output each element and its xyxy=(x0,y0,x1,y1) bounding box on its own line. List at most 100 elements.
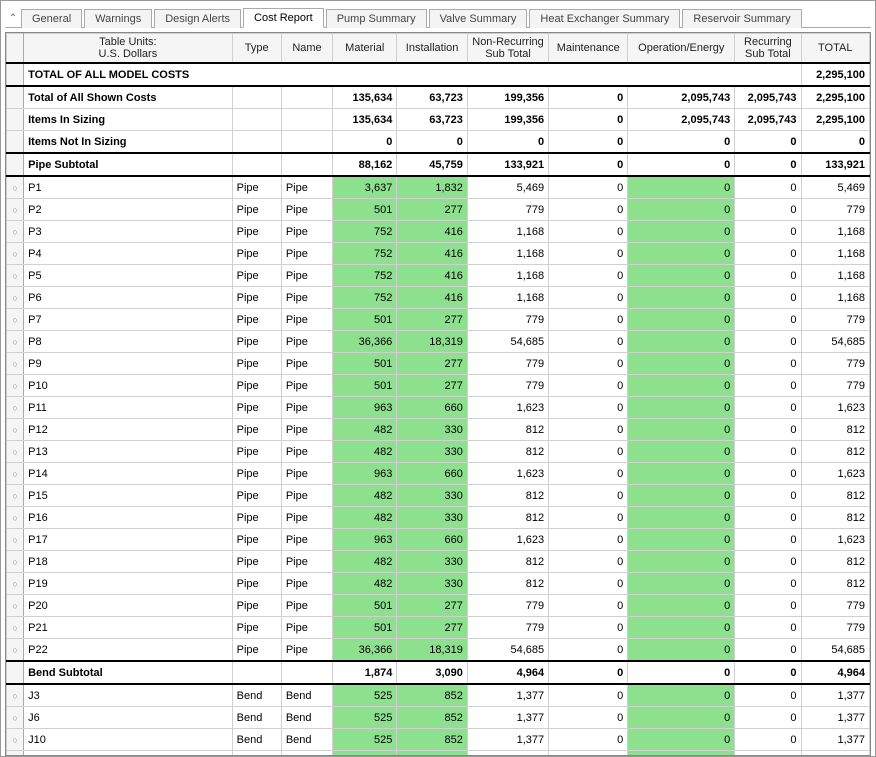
row-marker: ○ xyxy=(7,397,24,419)
col-nrst[interactable]: Non-RecurringSub Total xyxy=(467,34,548,64)
data-row[interactable]: ○ P17 PipePipe 963 660 1,6230 0 01,623 xyxy=(7,529,870,551)
col-rst[interactable]: RecurringSub Total xyxy=(735,34,801,64)
summary-label: Items In Sizing xyxy=(24,109,233,131)
col-operation-energy[interactable]: Operation/Energy xyxy=(628,34,735,64)
summary-row[interactable]: Items In Sizing 135,63463,723 199,3560 2… xyxy=(7,109,870,131)
col-table-units[interactable]: Table Units:U.S. Dollars xyxy=(24,34,233,64)
total-cell: 1,377 xyxy=(801,684,869,707)
data-row[interactable]: ○ P16 PipePipe 482 330 8120 0 0812 xyxy=(7,507,870,529)
cell: 133,921 xyxy=(467,153,548,176)
tab-pump-summary[interactable]: Pump Summary xyxy=(326,9,427,28)
data-row[interactable]: ○ P11 PipePipe 963 660 1,6230 0 01,623 xyxy=(7,397,870,419)
data-row[interactable]: ○ J10 BendBend 525 852 1,3770 0 01,377 xyxy=(7,729,870,751)
subtotal-row[interactable]: Pipe Subtotal 88,16245,759 133,9210 0013… xyxy=(7,153,870,176)
tab-heat-exchanger-summary[interactable]: Heat Exchanger Summary xyxy=(529,9,680,28)
material-cell: 501 xyxy=(333,617,397,639)
data-row[interactable]: ○ P5 PipePipe 752 416 1,1680 0 01,168 xyxy=(7,265,870,287)
name-cell: Pipe xyxy=(281,617,332,639)
data-row[interactable]: ○ P22 PipePipe 36,366 18,319 54,6850 0 0… xyxy=(7,639,870,662)
data-row[interactable]: ○ J6 BendBend 525 852 1,3770 0 01,377 xyxy=(7,707,870,729)
tab-reservoir-summary[interactable]: Reservoir Summary xyxy=(682,9,801,28)
data-row[interactable]: ○ P13 PipePipe 482 330 8120 0 0812 xyxy=(7,441,870,463)
maint-cell: 0 xyxy=(549,375,628,397)
row-marker: ○ xyxy=(7,221,24,243)
cell: 2,295,100 xyxy=(801,109,869,131)
rst-cell: 0 xyxy=(735,397,801,419)
col-material[interactable]: Material xyxy=(333,34,397,64)
maint-cell: 0 xyxy=(549,707,628,729)
data-row[interactable]: ○ J3 BendBend 525 852 1,3770 0 01,377 xyxy=(7,684,870,707)
data-row[interactable]: ○ P20 PipePipe 501 277 7790 0 0779 xyxy=(7,595,870,617)
tab-cost-report[interactable]: Cost Report xyxy=(243,8,324,28)
rst-cell: 0 xyxy=(735,729,801,751)
cost-report-grid[interactable]: Table Units:U.S. Dollars Type Name Mater… xyxy=(5,32,871,756)
rst-cell: 0 xyxy=(735,221,801,243)
data-row[interactable]: ○ P9 PipePipe 501 277 7790 0 0779 xyxy=(7,353,870,375)
rst-cell: 0 xyxy=(735,331,801,353)
col-total[interactable]: TOTAL xyxy=(801,34,869,64)
open-cell: 0 xyxy=(628,751,735,757)
nrst-cell: 1,377 xyxy=(467,684,548,707)
cell: 0 xyxy=(735,153,801,176)
row-marker: ○ xyxy=(7,751,24,757)
rst-cell: 0 xyxy=(735,199,801,221)
tab-warnings[interactable]: Warnings xyxy=(84,9,152,28)
data-row[interactable]: ○ P14 PipePipe 963 660 1,6230 0 01,623 xyxy=(7,463,870,485)
row-marker: ○ xyxy=(7,375,24,397)
grand-total-row[interactable]: TOTAL OF ALL MODEL COSTS 2,295,100 xyxy=(7,63,870,86)
col-name[interactable]: Name xyxy=(281,34,332,64)
tab-valve-summary[interactable]: Valve Summary xyxy=(429,9,528,28)
material-cell: 299 xyxy=(333,751,397,757)
data-row[interactable]: ○ P3 PipePipe 752 416 1,1680 0 01,168 xyxy=(7,221,870,243)
item-cell: J3 xyxy=(24,684,233,707)
name-cell: Bend xyxy=(281,751,332,757)
data-row[interactable]: ○ P18 PipePipe 482 330 8120 0 0812 xyxy=(7,551,870,573)
summary-label: Total of All Shown Costs xyxy=(24,86,233,109)
col-installation[interactable]: Installation xyxy=(397,34,468,64)
type-cell: Pipe xyxy=(232,529,281,551)
data-row[interactable]: ○ P1 PipePipe 3,637 1,832 5,4690 0 05,46… xyxy=(7,176,870,199)
summary-row[interactable]: Total of All Shown Costs 135,63463,723 1… xyxy=(7,86,870,109)
data-row[interactable]: ○ P10 PipePipe 501 277 7790 0 0779 xyxy=(7,375,870,397)
type-cell: Pipe xyxy=(232,595,281,617)
type-cell: Bend xyxy=(232,729,281,751)
item-cell: P17 xyxy=(24,529,233,551)
open-cell: 0 xyxy=(628,309,735,331)
cell xyxy=(281,661,332,684)
total-cell: 779 xyxy=(801,617,869,639)
data-row[interactable]: ○ P21 PipePipe 501 277 7790 0 0779 xyxy=(7,617,870,639)
cell: 2,095,743 xyxy=(628,109,735,131)
data-row[interactable]: ○ P6 PipePipe 752 416 1,1680 0 01,168 xyxy=(7,287,870,309)
material-cell: 501 xyxy=(333,375,397,397)
summary-row[interactable]: Items Not In Sizing 00 00 000 xyxy=(7,131,870,154)
data-row[interactable]: ○ P4 PipePipe 752 416 1,1680 0 01,168 xyxy=(7,243,870,265)
row-marker: ○ xyxy=(7,617,24,639)
data-row[interactable]: ○ J19 BendBend 299 534 8330 0 0833 xyxy=(7,751,870,757)
installation-cell: 277 xyxy=(397,375,468,397)
collapse-icon[interactable]: ⌃ xyxy=(5,13,21,27)
row-marker: ○ xyxy=(7,353,24,375)
maint-cell: 0 xyxy=(549,595,628,617)
nrst-cell: 1,623 xyxy=(467,397,548,419)
rst-cell: 0 xyxy=(735,419,801,441)
data-row[interactable]: ○ P19 PipePipe 482 330 8120 0 0812 xyxy=(7,573,870,595)
name-cell: Pipe xyxy=(281,287,332,309)
nrst-cell: 1,377 xyxy=(467,707,548,729)
row-marker: ○ xyxy=(7,309,24,331)
name-cell: Pipe xyxy=(281,419,332,441)
data-row[interactable]: ○ P12 PipePipe 482 330 8120 0 0812 xyxy=(7,419,870,441)
material-cell: 963 xyxy=(333,397,397,419)
nrst-cell: 1,168 xyxy=(467,243,548,265)
col-type[interactable]: Type xyxy=(232,34,281,64)
data-row[interactable]: ○ P2 PipePipe 501 277 7790 0 0779 xyxy=(7,199,870,221)
name-cell: Pipe xyxy=(281,331,332,353)
tab-general[interactable]: General xyxy=(21,9,82,28)
open-cell: 0 xyxy=(628,617,735,639)
col-maintenance[interactable]: Maintenance xyxy=(549,34,628,64)
tab-design-alerts[interactable]: Design Alerts xyxy=(154,9,241,28)
data-row[interactable]: ○ P7 PipePipe 501 277 7790 0 0779 xyxy=(7,309,870,331)
data-row[interactable]: ○ P8 PipePipe 36,366 18,319 54,6850 0 05… xyxy=(7,331,870,353)
data-row[interactable]: ○ P15 PipePipe 482 330 8120 0 0812 xyxy=(7,485,870,507)
installation-cell: 416 xyxy=(397,243,468,265)
subtotal-row[interactable]: Bend Subtotal 1,8743,090 4,9640 004,964 xyxy=(7,661,870,684)
